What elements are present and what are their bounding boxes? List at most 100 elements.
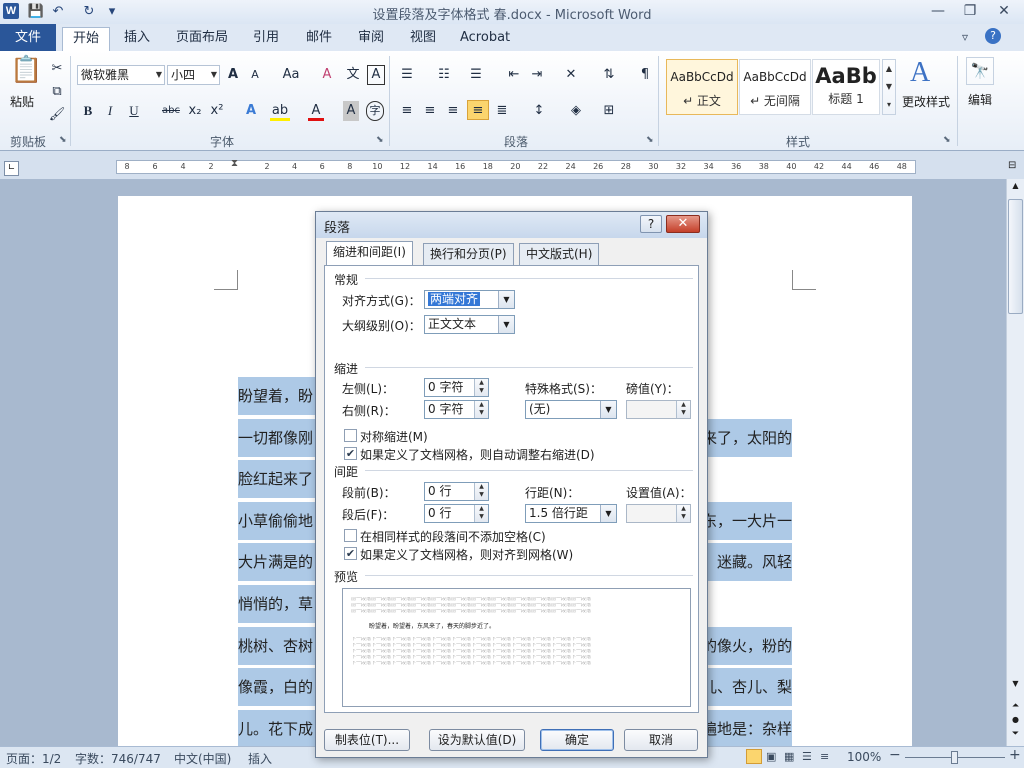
styles-launcher-icon[interactable]: ⬊ bbox=[943, 135, 951, 145]
cancel-button[interactable]: 取消 bbox=[624, 729, 698, 751]
indent-by-input[interactable]: ▲ ▼ bbox=[626, 400, 691, 419]
minimize-ribbon-icon[interactable]: ▿ bbox=[962, 30, 968, 44]
zoom-in-button[interactable]: + bbox=[1009, 747, 1021, 763]
view-ruler-icon[interactable]: ⊟ bbox=[1008, 160, 1016, 171]
subscript-button[interactable]: x₂ bbox=[186, 101, 204, 121]
clear-formatting-icon[interactable]: A bbox=[318, 65, 336, 85]
tab-insert[interactable]: 插入 bbox=[114, 27, 160, 51]
spacing-at-input[interactable]: ▲ ▼ bbox=[626, 504, 691, 523]
mirror-indents-checkbox[interactable] bbox=[344, 429, 357, 442]
special-indent-select[interactable]: (无) ▼ bbox=[525, 400, 617, 419]
editing-label[interactable]: 编辑 bbox=[968, 91, 992, 108]
document-line[interactable]: 桃树、杏树 bbox=[238, 627, 316, 665]
tab-mailings[interactable]: 邮件 bbox=[296, 27, 342, 51]
space-before-input[interactable]: 0 行 ▲ ▼ bbox=[424, 482, 489, 501]
change-styles-icon[interactable]: A bbox=[910, 57, 930, 89]
tabs-button[interactable]: 制表位(T)... bbox=[324, 729, 410, 751]
styles-scroll[interactable]: ▲ ▼ ▾ bbox=[882, 59, 896, 115]
spinner-icon[interactable]: ▲ ▼ bbox=[676, 505, 690, 522]
grow-font-icon[interactable]: A bbox=[225, 65, 241, 85]
auto-adjust-right-indent-label[interactable]: 如果定义了文档网格，则自动调整右缩进(D) bbox=[360, 446, 595, 463]
document-line[interactable]: 大片满是的 bbox=[238, 543, 316, 581]
web-layout-view-icon[interactable]: ▦ bbox=[784, 750, 794, 763]
zoom-level[interactable]: 100% bbox=[847, 750, 881, 764]
status-page[interactable]: 页面：1/2 bbox=[6, 750, 61, 767]
scroll-thumb[interactable] bbox=[1008, 199, 1023, 314]
status-language[interactable]: 中文(中国) bbox=[174, 750, 231, 767]
distributed-icon[interactable]: ≣ bbox=[493, 101, 511, 121]
zoom-out-button[interactable]: − bbox=[889, 747, 901, 763]
bullets-icon[interactable]: ☰ bbox=[398, 65, 416, 85]
tab-selector-icon[interactable]: ∟ bbox=[4, 161, 19, 176]
no-space-same-style-label[interactable]: 在相同样式的段落间不添加空格(C) bbox=[360, 528, 546, 545]
ok-button[interactable]: 确定 bbox=[540, 729, 614, 751]
phonetic-guide-icon[interactable]: 文 bbox=[344, 65, 362, 85]
spinner-icon[interactable]: ▲ ▼ bbox=[474, 379, 488, 396]
show-marks-icon[interactable]: ¶ bbox=[636, 65, 654, 85]
dialog-close-button[interactable]: ✕ bbox=[666, 215, 700, 233]
tab-acrobat[interactable]: Acrobat bbox=[450, 27, 520, 51]
font-size-combo[interactable]: 小四 ▼ bbox=[167, 65, 220, 85]
multilevel-list-icon[interactable]: ☰ bbox=[467, 65, 485, 85]
snap-to-grid-label[interactable]: 如果定义了文档网格，则对齐到网格(W) bbox=[360, 546, 573, 563]
paste-button-label[interactable]: 粘贴 bbox=[10, 93, 34, 110]
char-shading-icon[interactable]: A bbox=[343, 101, 359, 121]
format-painter-icon[interactable]: 🖌 bbox=[48, 105, 66, 125]
superscript-button[interactable]: x² bbox=[208, 101, 226, 121]
char-border-icon[interactable]: A bbox=[367, 65, 385, 85]
align-right-icon[interactable]: ≡ bbox=[444, 101, 462, 121]
tab-review[interactable]: 审阅 bbox=[348, 27, 394, 51]
dialog-help-button[interactable]: ? bbox=[640, 215, 662, 233]
highlight-icon[interactable]: ab bbox=[270, 101, 290, 121]
status-insert-mode[interactable]: 插入 bbox=[248, 750, 272, 767]
paste-icon[interactable]: 📋 bbox=[10, 55, 42, 91]
tab-indents-spacing[interactable]: 缩进和间距(I) bbox=[326, 241, 413, 266]
document-line[interactable]: 像霞，白的 bbox=[238, 668, 316, 706]
document-line-right[interactable]: 的像火，粉的 bbox=[707, 627, 792, 665]
auto-adjust-right-indent-checkbox[interactable]: ✔ bbox=[344, 447, 357, 460]
style-normal[interactable]: AaBbCcDd ↵ 正文 bbox=[666, 59, 738, 115]
numbering-icon[interactable]: ☷ bbox=[435, 65, 453, 85]
prev-page-icon[interactable]: ⏶ bbox=[1008, 701, 1023, 715]
tab-home[interactable]: 开始 bbox=[62, 27, 111, 51]
cut-icon[interactable]: ✂ bbox=[48, 59, 66, 79]
close-button[interactable]: ✕ bbox=[990, 0, 1018, 22]
font-launcher-icon[interactable]: ⬊ bbox=[376, 135, 384, 145]
outline-view-icon[interactable]: ☰ bbox=[802, 750, 812, 763]
full-screen-view-icon[interactable]: ▣ bbox=[766, 750, 776, 763]
font-name-combo[interactable]: 微软雅黑 ▼ bbox=[77, 65, 165, 85]
change-case-icon[interactable]: Aa bbox=[278, 65, 304, 85]
scroll-up-icon[interactable]: ▲ bbox=[1008, 181, 1023, 195]
status-words[interactable]: 字数：746/747 bbox=[75, 750, 161, 767]
dialog-title-bar[interactable]: 段落 ? ✕ bbox=[316, 212, 707, 238]
spinner-icon[interactable]: ▲ ▼ bbox=[474, 483, 488, 500]
outline-level-select[interactable]: 正文文本 ▼ bbox=[424, 315, 515, 334]
align-left-icon[interactable]: ≡ bbox=[398, 101, 416, 121]
enclose-char-icon[interactable]: 字 bbox=[366, 101, 384, 121]
paragraph-dialog[interactable]: 段落 ? ✕ 缩进和间距(I) 换行和分页(P) 中文版式(H) 常规 对齐方式… bbox=[315, 211, 708, 758]
print-layout-view-icon[interactable] bbox=[746, 749, 762, 764]
document-line-right[interactable]: 迷藏。风轻 bbox=[707, 543, 792, 581]
document-line-right[interactable]: 东，一大片一 bbox=[707, 502, 792, 540]
file-tab[interactable]: 文件 bbox=[0, 24, 56, 51]
vertical-scrollbar[interactable]: ▲ ▼ ⏶ ● ⏷ bbox=[1006, 179, 1024, 746]
line-spacing-select[interactable]: 1.5 倍行距 ▼ bbox=[525, 504, 617, 523]
align-center-icon[interactable]: ≡ bbox=[421, 101, 439, 121]
set-as-default-button[interactable]: 设为默认值(D) bbox=[429, 729, 525, 751]
horizontal-ruler[interactable]: 8642 2 4 6 8 10 12 14 16 18 20 22 24 26 28 30 32 34 36 38 4… bbox=[116, 158, 916, 174]
shading-icon[interactable]: ◈ bbox=[566, 101, 586, 121]
mirror-indents-label[interactable]: 对称缩进(M) bbox=[360, 428, 428, 445]
style-heading-1[interactable]: AaBb 标题 1 bbox=[812, 59, 880, 115]
scroll-down-icon[interactable]: ▼ bbox=[1008, 679, 1023, 693]
tab-view[interactable]: 视图 bbox=[400, 27, 446, 51]
change-styles-label[interactable]: 更改样式 bbox=[902, 93, 950, 110]
snap-to-grid-checkbox[interactable]: ✔ bbox=[344, 547, 357, 560]
italic-button[interactable]: I bbox=[102, 101, 118, 121]
help-icon[interactable]: ? bbox=[985, 28, 1001, 44]
borders-icon[interactable]: ⊞ bbox=[600, 101, 618, 121]
right-indent-input[interactable]: 0 字符 ▲ ▼ bbox=[424, 400, 489, 419]
increase-indent-icon[interactable]: ⇥ bbox=[528, 65, 546, 85]
minimize-button[interactable]: — bbox=[924, 0, 952, 22]
left-indent-input[interactable]: 0 字符 ▲ ▼ bbox=[424, 378, 489, 397]
tab-page-layout[interactable]: 页面布局 bbox=[166, 27, 238, 51]
